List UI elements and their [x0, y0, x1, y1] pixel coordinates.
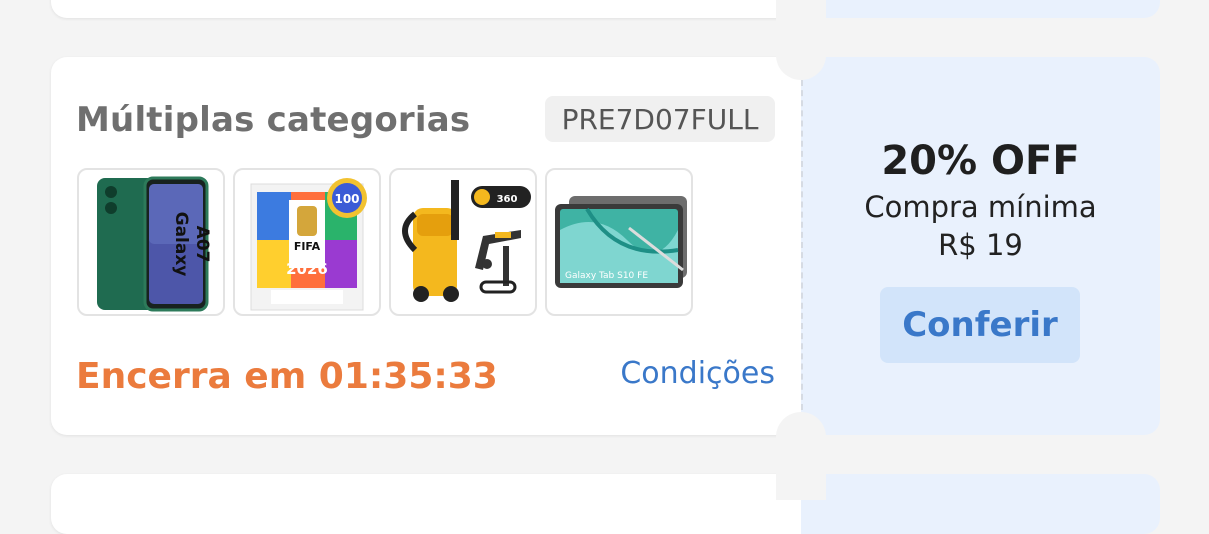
phone-model-label: A07 [192, 226, 212, 263]
phone-label: Galaxy [171, 212, 191, 277]
min-purchase-value: R$ 19 [938, 228, 1023, 262]
phone-galaxy-a07-image: Galaxy A07 [97, 176, 212, 312]
check-button[interactable]: Conferir [880, 287, 1080, 363]
washer-badge: 360 [497, 194, 518, 205]
coupon-code[interactable]: PRE7D07FULL [545, 96, 775, 142]
fifa-label: FIFA [294, 240, 321, 253]
product-thumbnail-2[interactable]: FIFA 2026 100 [233, 168, 381, 316]
previous-coupon-card [51, 0, 801, 18]
next-coupon-side-panel [801, 474, 1160, 534]
product-thumbnail-4[interactable]: Galaxy Tab S10 FE [545, 168, 693, 316]
product-thumbnail-3[interactable]: 360 [389, 168, 537, 316]
conditions-link[interactable]: Condições [620, 356, 775, 391]
badge-label: 100 [334, 192, 359, 206]
tablet-galaxy-tab-s10-fe-image: Galaxy Tab S10 FE [555, 196, 687, 288]
discount-value: 20% OFF [881, 138, 1080, 184]
next-coupon-card [51, 474, 801, 534]
coupon-countdown: Encerra em 01:35:33 [76, 356, 498, 397]
fifa-world-cup-2026-sticker-pack-image: FIFA 2026 100 [250, 178, 367, 311]
top-notch [776, 0, 826, 80]
tablet-label: Galaxy Tab S10 FE [565, 271, 648, 281]
min-purchase-label: Compra mínima [864, 190, 1097, 224]
previous-coupon-side-panel [801, 0, 1160, 18]
bottom-notch [776, 412, 826, 500]
product-thumbnail-1[interactable]: Galaxy A07 [77, 168, 225, 316]
coupon-title: Múltiplas categorias [76, 100, 471, 140]
pressure-washer-image: 360 [402, 180, 531, 302]
year-label: 2026 [286, 260, 328, 278]
